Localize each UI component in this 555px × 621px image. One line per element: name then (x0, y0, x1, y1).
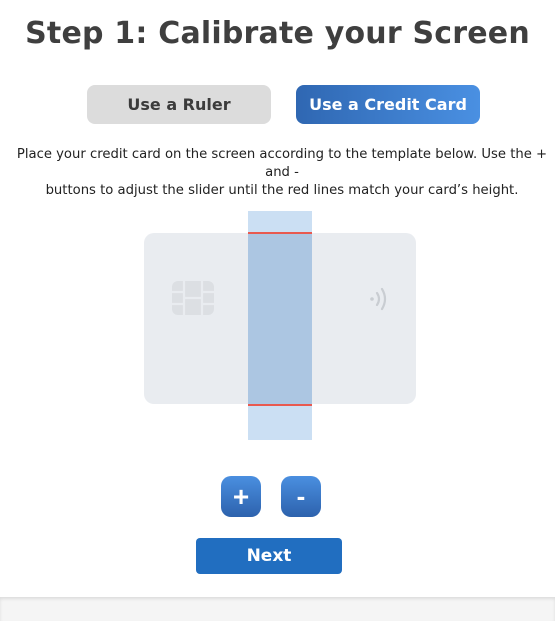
instructions-text: Place your credit card on the screen acc… (12, 146, 552, 200)
chip-icon (172, 281, 214, 315)
slider-band (248, 233, 312, 405)
increase-button[interactable]: + (221, 476, 261, 517)
page-title: Step 1: Calibrate your Screen (25, 16, 530, 51)
decrease-button[interactable]: - (281, 476, 321, 517)
height-slider[interactable] (248, 211, 312, 440)
contactless-icon (370, 287, 387, 311)
instructions-line-2: buttons to adjust the slider until the r… (45, 183, 519, 198)
instructions-line-1: Place your credit card on the screen acc… (16, 147, 548, 180)
use-credit-card-button[interactable]: Use a Credit Card (296, 85, 480, 124)
next-button[interactable]: Next (196, 538, 342, 574)
use-ruler-button[interactable]: Use a Ruler (87, 85, 271, 124)
footer-band (0, 597, 555, 621)
top-red-line (248, 232, 312, 234)
bottom-red-line (248, 404, 312, 406)
calibration-page: Step 1: Calibrate your Screen Use a Rule… (0, 0, 555, 597)
